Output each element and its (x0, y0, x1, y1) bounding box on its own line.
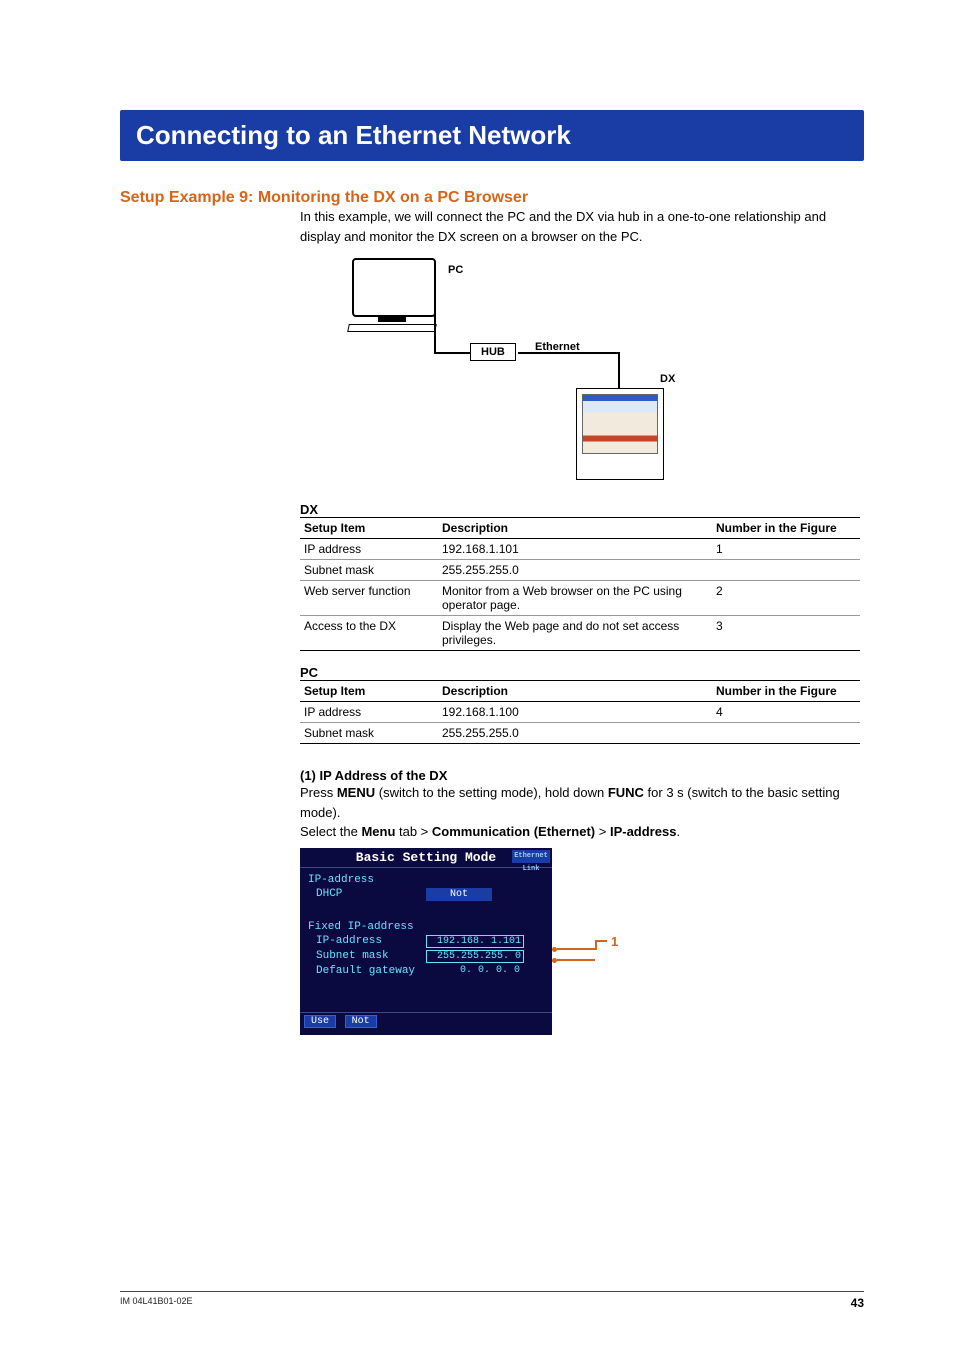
pc-icon (352, 258, 436, 317)
col-number: Number in the Figure (712, 681, 860, 702)
section-heading: Setup Example 9: Monitoring the DX on a … (120, 189, 864, 207)
table-row: Subnet mask255.255.255.0 (300, 723, 860, 744)
callout-1: 1 (552, 942, 618, 957)
col-number: Number in the Figure (712, 518, 860, 539)
col-description: Description (438, 681, 712, 702)
table-row: IP address192.168.1.1004 (300, 702, 860, 723)
pc-setup-table: Setup Item Description Number in the Fig… (300, 680, 860, 744)
dx-device-icon (576, 388, 664, 480)
pc-label: PC (448, 264, 463, 276)
basic-setting-mode-screen: Basic Setting Mode Ethernet Link IP-addr… (300, 848, 552, 1035)
hub-label: HUB (470, 343, 516, 361)
bsm-section-ipaddress: IP-address (308, 874, 544, 886)
dx-label: DX (660, 373, 675, 385)
pc-table-heading: PC (300, 665, 864, 680)
bsm-row-dhcp: DHCP Not (308, 888, 544, 901)
step1-instructions: Press MENU (switch to the setting mode),… (300, 783, 860, 842)
table-row: IP address192.168.1.1011 (300, 539, 860, 560)
ip-value: 192.168. 1.101 (426, 935, 524, 948)
bsm-row-subnet: Subnet mask 255.255.255. 0 (308, 950, 544, 963)
col-setup-item: Setup Item (300, 681, 438, 702)
document-id: IM 04L41B01-02E (120, 1296, 193, 1310)
dhcp-value: Not (426, 888, 492, 901)
use-button: Use (304, 1015, 336, 1028)
col-description: Description (438, 518, 712, 539)
bsm-section-fixed: Fixed IP-address (308, 921, 544, 933)
page-footer: IM 04L41B01-02E 43 (120, 1291, 864, 1310)
bsm-title: Basic Setting Mode Ethernet Link (300, 848, 552, 868)
intro-text: In this example, we will connect the PC … (300, 207, 860, 246)
table-row: Access to the DXDisplay the Web page and… (300, 616, 860, 651)
callout-1b (552, 958, 595, 963)
table-row: Web server functionMonitor from a Web br… (300, 581, 860, 616)
table-row: Subnet mask255.255.255.0 (300, 560, 860, 581)
page-title: Connecting to an Ethernet Network (120, 110, 864, 161)
page-number: 43 (851, 1296, 864, 1310)
bsm-row-ip: IP-address 192.168. 1.101 (308, 935, 544, 948)
dx-setup-table: Setup Item Description Number in the Fig… (300, 517, 860, 651)
subnet-value: 255.255.255. 0 (426, 950, 524, 963)
ethernet-link-badge: Ethernet Link (512, 850, 550, 863)
gateway-value: 0. 0. 0. 0 (426, 965, 522, 976)
dx-table-heading: DX (300, 502, 864, 517)
col-setup-item: Setup Item (300, 518, 438, 539)
not-button: Not (345, 1015, 377, 1028)
network-diagram: PC HUB Ethernet DX (340, 258, 700, 488)
bsm-row-gateway: Default gateway 0. 0. 0. 0 (308, 965, 544, 977)
step1-heading: (1) IP Address of the DX (300, 768, 864, 783)
